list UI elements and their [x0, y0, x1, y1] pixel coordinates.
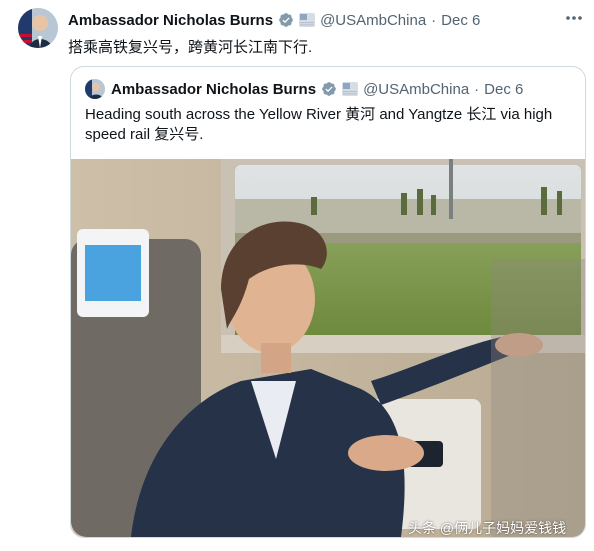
separator-dot: · [431, 11, 437, 29]
tweet-text: 搭乘高铁复兴号，跨黄河长江南下行. [68, 39, 313, 56]
author-avatar[interactable] [18, 8, 58, 48]
tweet: Ambassador Nicholas Burns @USAmbChina · … [0, 0, 594, 551]
verified-badge-icon [321, 81, 337, 97]
quoted-tweet[interactable]: Ambassador Nicholas Burns @USAmbChina · … [70, 66, 586, 538]
separator-dot: · [474, 80, 480, 98]
tweet-date[interactable]: Dec 6 [441, 12, 480, 29]
quoted-tweet-header: Ambassador Nicholas Burns @USAmbChina · … [85, 79, 523, 99]
author-handle[interactable]: @USAmbChina [320, 12, 426, 29]
tweet-header: Ambassador Nicholas Burns @USAmbChina · … [68, 10, 588, 30]
author-name[interactable]: Ambassador Nicholas Burns [68, 12, 273, 29]
quoted-author-handle: @USAmbChina [363, 80, 470, 98]
photo-man-on-train[interactable] [71, 159, 585, 537]
us-flag-icon [299, 13, 316, 27]
verified-badge-icon [278, 12, 294, 28]
quoted-author-avatar [85, 79, 105, 99]
quoted-tweet-text: Heading south across the Yellow River 黄河… [85, 106, 553, 143]
us-flag-icon [342, 82, 359, 96]
more-horizontal-icon[interactable] [564, 8, 584, 33]
watermark-text: 头条 @俩儿子妈妈爱钱钱 [408, 520, 567, 536]
quoted-author-name: Ambassador Nicholas Burns [111, 80, 317, 98]
quoted-tweet-date: Dec 6 [484, 80, 524, 98]
